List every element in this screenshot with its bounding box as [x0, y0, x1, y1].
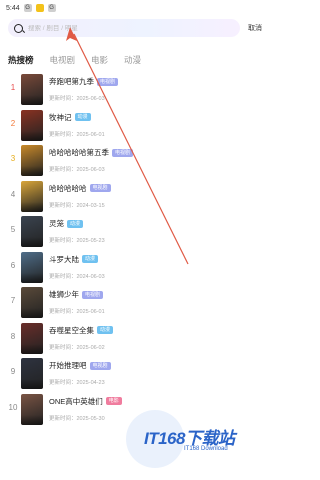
category-tag: 电视剧 — [82, 290, 104, 299]
item-title[interactable]: 斗罗大陆 — [49, 254, 79, 265]
poster-thumbnail[interactable] — [21, 109, 43, 141]
list-item[interactable]: 1 奔跑吧第九季 电视剧更新时间：2025-06-03 — [0, 73, 270, 107]
poster-thumbnail[interactable] — [21, 251, 43, 283]
category-tabs: 热搜榜 电视剧 电影 动漫 — [0, 51, 270, 69]
update-time: 更新时间：2025-04-23 — [49, 380, 105, 386]
notification-icon-g: G — [23, 4, 32, 12]
item-info: 哈哈哈哈哈第五季 电视剧更新时间：2025-06-03 — [49, 147, 134, 173]
poster-thumbnail[interactable] — [21, 74, 43, 105]
item-info: 开始推理吧 电视剧更新时间：2025-04-23 — [49, 360, 111, 386]
rank-number: 1 — [10, 83, 16, 92]
update-time: 更新时间：2025-05-23 — [49, 238, 105, 244]
item-title[interactable]: 吞噬星空全集 — [49, 325, 94, 336]
item-title[interactable]: 雄狮少年 — [49, 289, 79, 300]
item-title[interactable]: 灵笼 — [49, 218, 64, 229]
notification-icon-g2: G — [47, 4, 56, 12]
item-title[interactable]: 牧神记 — [49, 112, 72, 123]
poster-thumbnail[interactable] — [21, 358, 43, 389]
list-item[interactable]: 6 斗罗大陆 动漫更新时间：2024-06-03 — [0, 251, 270, 285]
item-title[interactable]: 开始推理吧 — [49, 360, 87, 371]
rank-number: 10 — [8, 402, 18, 412]
ranking-list: 1 奔跑吧第九季 电视剧 更新时间：2025-06-03 2 牧神记 动漫 更新时间：2025… — [0, 73, 270, 427]
item-info: 奔跑吧第九季 电视剧更新时间：2025-06-03 — [49, 76, 119, 102]
search-box[interactable] — [8, 19, 240, 37]
item-info: 吞噬星空全集 动漫更新时间：2025-06-02 — [49, 325, 114, 351]
poster-thumbnail[interactable] — [21, 322, 43, 354]
poster-thumbnail[interactable] — [21, 145, 43, 176]
item-title[interactable]: 哈哈哈哈哈第五季 — [49, 147, 109, 158]
item-title[interactable]: 哈哈哈哈哈 — [49, 183, 87, 194]
poster-thumbnail[interactable] — [21, 393, 43, 425]
cancel-button[interactable]: 取消 — [248, 23, 262, 33]
category-tag: 动漫 — [74, 113, 91, 121]
search-bar: 取消 — [0, 18, 270, 38]
list-item[interactable]: 7 雄狮少年 电视剧更新时间：2025-06-01 — [0, 286, 270, 320]
poster-thumbnail[interactable] — [21, 180, 43, 212]
rank-number: 9 — [10, 367, 16, 376]
list-item[interactable]: 4 哈哈哈哈哈 电视剧更新时间：2024-03-15 — [0, 180, 270, 214]
rank-number: 2 — [10, 118, 16, 128]
status-time: 5:44 — [6, 4, 20, 12]
update-time: 更新时间：2025-06-03 — [49, 96, 105, 102]
item-info: ONE高中英雄们 电影更新时间：2025-05-30 — [49, 396, 122, 422]
item-info: 雄狮少年 电视剧更新时间：2025-06-01 — [49, 289, 105, 315]
rank-number: 6 — [10, 260, 16, 270]
tab-anime[interactable]: 动漫 — [124, 54, 141, 69]
category-tag: 电视剧 — [89, 361, 111, 370]
update-time: 更新时间：2025-06-03 — [49, 167, 105, 173]
rank-number: 4 — [10, 189, 16, 199]
category-tag: 电视剧 — [112, 148, 134, 157]
list-item[interactable]: 8 吞噬星空全集 动漫更新时间：2025-06-02 — [0, 322, 270, 356]
category-tag: 电视剧 — [97, 77, 119, 86]
item-info: 灵笼 动漫更新时间：2025-05-23 — [49, 218, 105, 244]
update-time: 更新时间：2024-03-15 — [49, 202, 105, 209]
list-item[interactable]: 3 哈哈哈哈哈第五季 电视剧更新时间：2025-06-03 — [0, 144, 270, 178]
notification-icon-app — [35, 4, 44, 12]
tab-hot-search[interactable]: 热搜榜 — [8, 54, 34, 69]
tab-tv-series[interactable]: 电视剧 — [50, 54, 76, 69]
list-item[interactable]: 5 灵笼 动漫更新时间：2025-05-23 — [0, 215, 270, 249]
rank-number: 8 — [10, 331, 16, 341]
list-item[interactable]: 2 牧神记 动漫更新时间：2025-06-01 — [0, 109, 270, 143]
item-title[interactable]: ONE高中英雄们 — [49, 396, 103, 407]
update-time: 更新时间：2024-06-03 — [49, 273, 105, 280]
item-info: 斗罗大陆 动漫更新时间：2024-06-03 — [49, 254, 105, 280]
status-bar: 5:44 G G — [0, 0, 270, 16]
item-title[interactable]: 奔跑吧第九季 — [49, 76, 94, 87]
rank-number: 3 — [10, 154, 16, 163]
watermark-logo: IT168下载站 IT168 Download — [126, 404, 266, 470]
category-tag: 电视剧 — [89, 184, 111, 192]
search-input[interactable] — [28, 24, 234, 32]
item-info: 哈哈哈哈哈 电视剧更新时间：2024-03-15 — [49, 183, 111, 209]
item-info: 牧神记 动漫更新时间：2025-06-01 — [49, 112, 105, 138]
category-tag: 动漫 — [67, 219, 84, 228]
tab-movies[interactable]: 电影 — [91, 54, 108, 69]
watermark-sub: IT168 Download — [184, 446, 228, 452]
category-tag: 动漫 — [82, 255, 99, 263]
update-time: 更新时间：2025-05-30 — [49, 415, 105, 422]
category-tag: 动漫 — [97, 326, 114, 334]
poster-thumbnail[interactable] — [21, 216, 43, 247]
update-time: 更新时间：2025-06-01 — [49, 131, 105, 138]
update-time: 更新时间：2025-06-02 — [49, 344, 105, 351]
rank-number: 5 — [10, 225, 16, 234]
update-time: 更新时间：2025-06-01 — [49, 309, 105, 315]
category-tag: 电影 — [105, 397, 122, 405]
search-icon — [14, 23, 23, 33]
rank-number: 7 — [10, 296, 16, 305]
list-item[interactable]: 9 开始推理吧 电视剧更新时间：2025-04-23 — [0, 357, 270, 391]
poster-thumbnail[interactable] — [21, 287, 43, 318]
